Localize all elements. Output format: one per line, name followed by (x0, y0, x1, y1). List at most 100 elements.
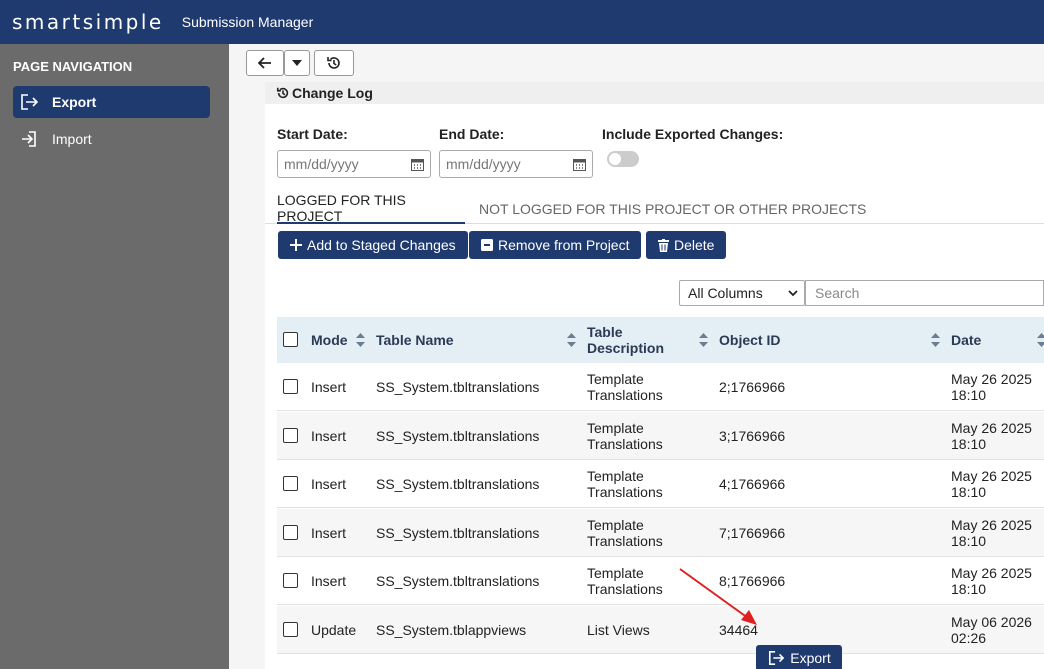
add-to-staged-changes-button[interactable]: Add to Staged Changes (278, 231, 468, 259)
cell-mode: Insert (311, 525, 347, 541)
cell-mode: Update (311, 622, 357, 638)
tab-logged-for-this-project[interactable]: LOGGED FOR THIS PROJECT (277, 192, 465, 224)
table-header: Mode Table Name Table Description Object… (277, 317, 1044, 363)
table-row[interactable]: Insert SS_System.tbltranslations Templat… (277, 363, 1044, 411)
cell-date: May 26 2025 18:10 (951, 565, 1032, 597)
cell-object-id: 7;1766966 (719, 525, 786, 541)
cell-description: Template Translations (587, 565, 663, 597)
cell-description: Template Translations (587, 371, 663, 403)
sidebar-item-label: Export (52, 94, 97, 110)
delete-button-label: Delete (674, 237, 715, 253)
tab-not-logged[interactable]: NOT LOGGED FOR THIS PROJECT OR OTHER PRO… (479, 194, 866, 224)
row-checkbox[interactable] (283, 476, 298, 491)
logo[interactable]: smartsimple (12, 10, 164, 34)
sidebar: PAGE NAVIGATION Export Import (0, 44, 229, 669)
column-filter-value: All Columns (688, 285, 763, 301)
column-header-date[interactable]: Date (951, 317, 981, 363)
toolbar (246, 50, 354, 76)
end-date-input[interactable]: mm/dd/yyyy (439, 150, 593, 178)
remove-from-project-button[interactable]: Remove from Project (469, 231, 642, 259)
cell-table-name: SS_System.tblappviews (376, 622, 527, 638)
cell-date: May 06 2026 02:26 (951, 614, 1032, 646)
sidebar-title: PAGE NAVIGATION (13, 59, 133, 74)
sidebar-item-import[interactable]: Import (13, 123, 210, 155)
back-button[interactable] (246, 50, 284, 76)
include-exported-label: Include Exported Changes: (602, 126, 784, 142)
cell-table-name: SS_System.tbltranslations (376, 476, 540, 492)
app-name[interactable]: Submission Manager (182, 14, 314, 30)
cell-description: Template Translations (587, 517, 663, 549)
cell-mode: Insert (311, 379, 347, 395)
sort-icon[interactable] (931, 333, 940, 347)
start-date-label: Start Date: (277, 126, 348, 142)
cell-description: Template Translations (587, 468, 663, 500)
table-row[interactable]: Update SS_System.tblappviews List Views … (277, 606, 1044, 654)
start-date-placeholder: mm/dd/yyyy (284, 156, 359, 172)
history-button[interactable] (314, 50, 354, 76)
column-filter-select[interactable]: All Columns (679, 280, 805, 306)
cell-description: List Views (587, 622, 650, 638)
export-icon (769, 650, 785, 666)
cell-date: May 26 2025 18:10 (951, 420, 1032, 452)
cell-mode: Insert (311, 476, 347, 492)
cell-table-name: SS_System.tbltranslations (376, 379, 540, 395)
include-exported-toggle[interactable] (607, 151, 639, 167)
minus-square-icon (481, 239, 493, 251)
table-row[interactable]: Insert SS_System.tbltranslations Templat… (277, 557, 1044, 605)
row-checkbox[interactable] (283, 428, 298, 443)
cell-object-id: 3;1766966 (719, 428, 786, 444)
calendar-icon (573, 158, 586, 171)
cell-date: May 26 2025 18:10 (951, 517, 1032, 549)
tab-bar: LOGGED FOR THIS PROJECT NOT LOGGED FOR T… (265, 192, 1044, 224)
row-checkbox[interactable] (283, 525, 298, 540)
sort-icon[interactable] (1037, 333, 1044, 347)
column-header-table-name[interactable]: Table Name (376, 317, 454, 363)
cell-object-id: 4;1766966 (719, 476, 786, 492)
history-icon (327, 57, 340, 69)
cell-table-name: SS_System.tbltranslations (376, 573, 540, 589)
history-icon (276, 87, 289, 99)
export-button-label: Export (790, 650, 831, 666)
import-icon (18, 130, 40, 148)
select-all-checkbox[interactable] (283, 332, 298, 347)
column-header-object-id[interactable]: Object ID (719, 317, 780, 363)
cell-object-id: 8;1766966 (719, 573, 786, 589)
remove-button-label: Remove from Project (498, 237, 630, 253)
cell-object-id: 34464 (719, 622, 758, 638)
arrow-left-icon (258, 57, 271, 69)
caret-down-icon (292, 60, 302, 66)
table-row[interactable]: Insert SS_System.tbltranslations Templat… (277, 412, 1044, 460)
row-checkbox[interactable] (283, 379, 298, 394)
cell-mode: Insert (311, 428, 347, 444)
top-bar: smartsimple Submission Manager (0, 0, 1044, 44)
change-log-panel: Change Log Start Date: End Date: Include… (265, 82, 1044, 669)
search-input[interactable]: Search (805, 280, 1044, 306)
delete-button[interactable]: Delete (646, 231, 727, 259)
column-header-table-description[interactable]: Table Description (587, 317, 677, 363)
end-date-placeholder: mm/dd/yyyy (446, 156, 521, 172)
history-dropdown-button[interactable] (284, 50, 310, 76)
panel-header: Change Log (265, 82, 1044, 104)
trash-icon (658, 238, 669, 252)
panel-title: Change Log (292, 85, 373, 101)
row-checkbox[interactable] (283, 622, 298, 637)
row-checkbox[interactable] (283, 573, 298, 588)
sort-icon[interactable] (567, 333, 576, 347)
sort-icon[interactable] (356, 333, 365, 347)
cell-table-name: SS_System.tbltranslations (376, 525, 540, 541)
export-button[interactable]: Export (756, 645, 842, 669)
start-date-input[interactable]: mm/dd/yyyy (277, 150, 431, 178)
add-button-label: Add to Staged Changes (307, 237, 456, 253)
sort-icon[interactable] (699, 333, 708, 347)
chevron-down-icon (788, 289, 798, 296)
table-row[interactable]: Insert SS_System.tbltranslations Templat… (277, 460, 1044, 508)
cell-description: Template Translations (587, 420, 663, 452)
cell-date: May 26 2025 18:10 (951, 371, 1032, 403)
main-content: Change Log Start Date: End Date: Include… (229, 44, 1044, 669)
sidebar-item-export[interactable]: Export (13, 86, 210, 118)
table-row[interactable]: Insert SS_System.tbltranslations Templat… (277, 509, 1044, 557)
cell-date: May 26 2025 18:10 (951, 468, 1032, 500)
calendar-icon (411, 158, 424, 171)
column-header-mode[interactable]: Mode (311, 317, 348, 363)
cell-object-id: 2;1766966 (719, 379, 786, 395)
